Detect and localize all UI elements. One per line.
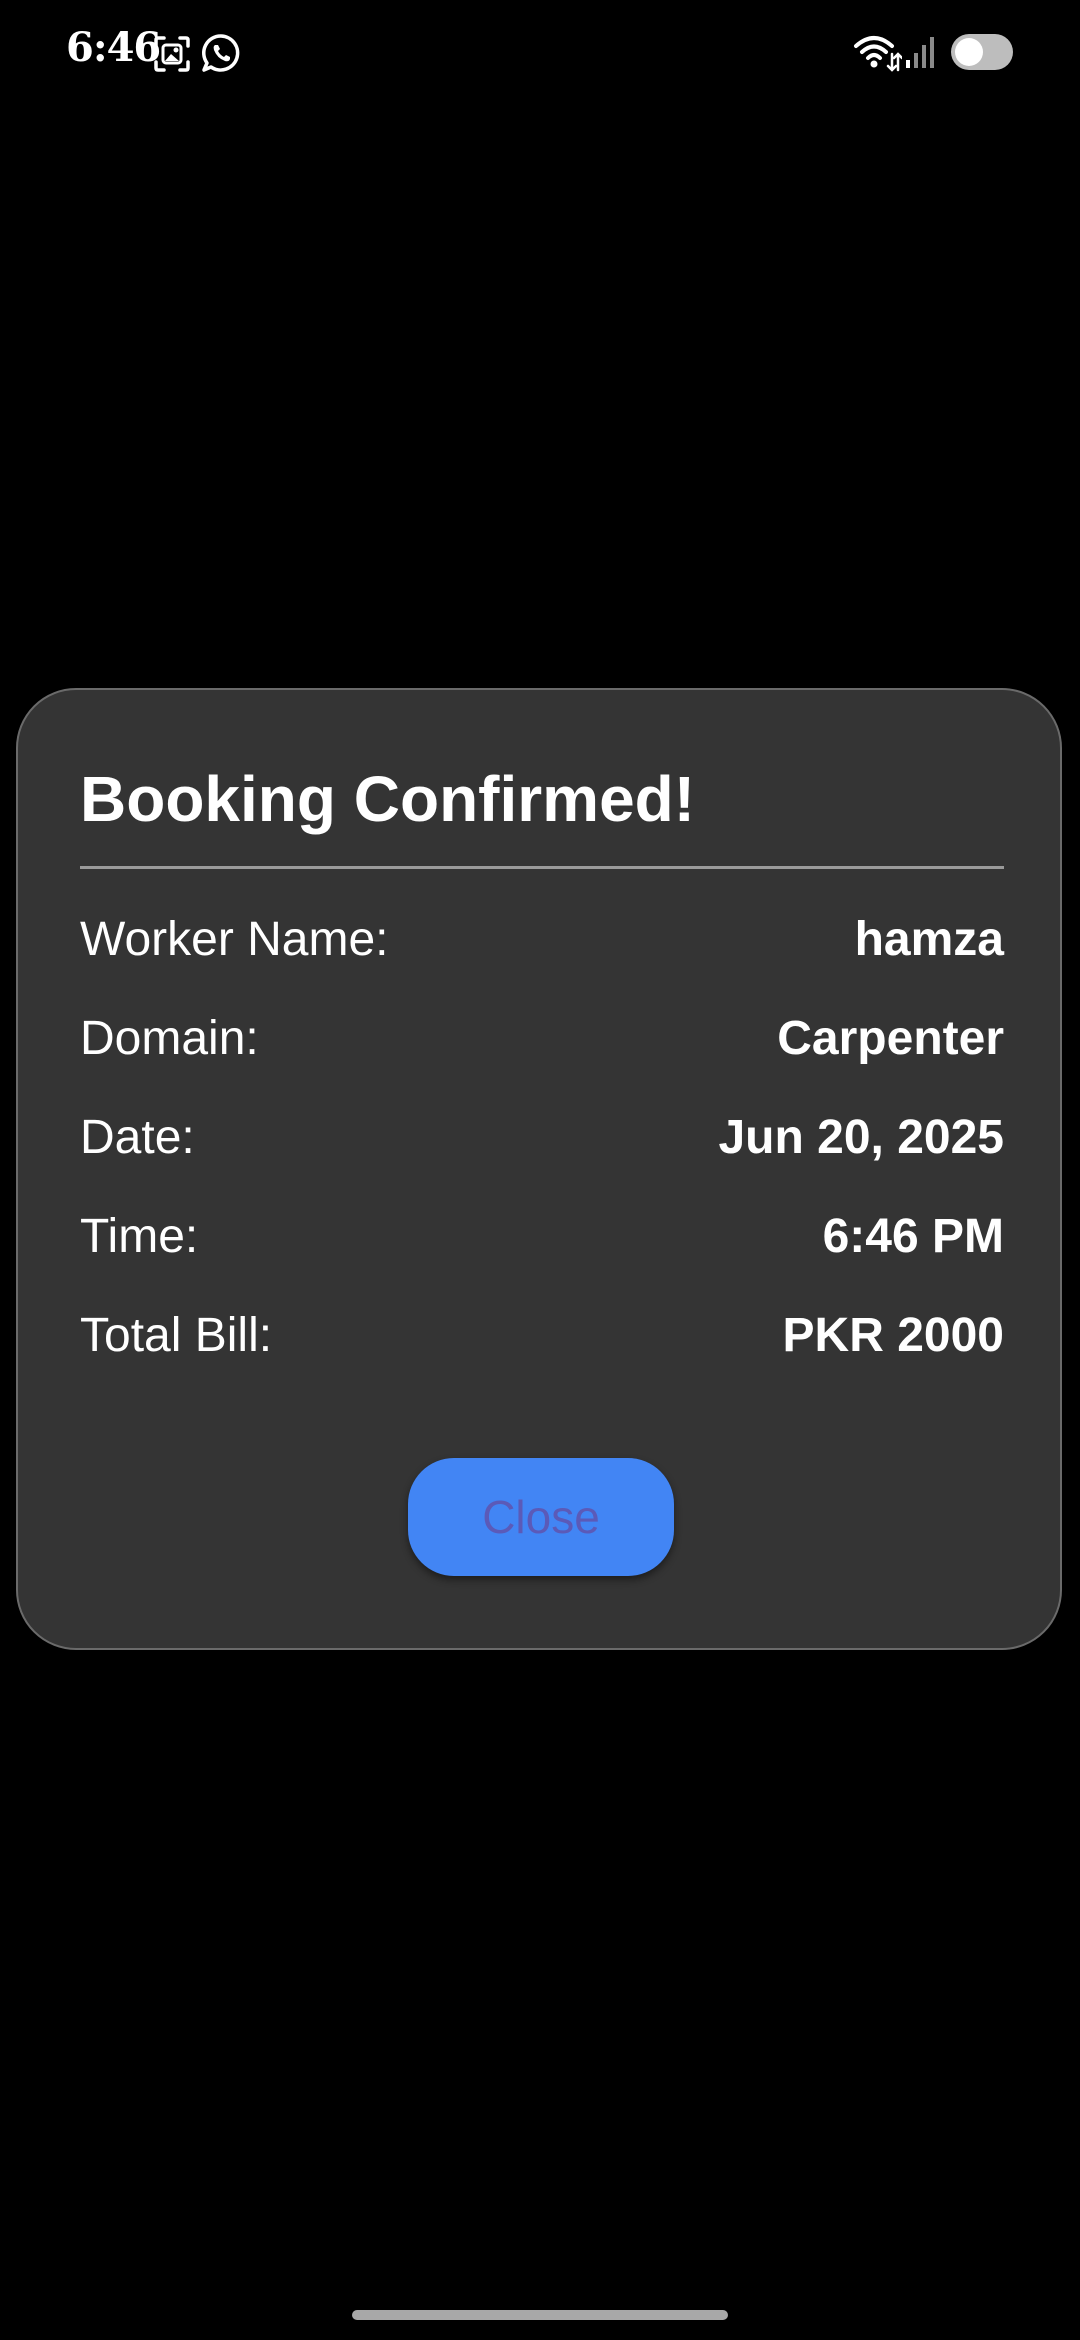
home-indicator[interactable] bbox=[352, 2310, 728, 2320]
date-label: Date: bbox=[80, 1111, 195, 1164]
whatsapp-icon bbox=[202, 34, 240, 72]
status-time: 6:46 bbox=[66, 24, 161, 71]
date-row: Date: Jun 20, 2025 bbox=[80, 1110, 1004, 1180]
dialog-title: Booking Confirmed! bbox=[80, 763, 696, 835]
date-value: Jun 20, 2025 bbox=[718, 1111, 1004, 1164]
booking-confirmation-dialog: Booking Confirmed! Worker Name: hamza Do… bbox=[16, 688, 1062, 1650]
total-bill-label: Total Bill: bbox=[80, 1309, 273, 1362]
time-value: 6:46 PM bbox=[822, 1210, 1004, 1263]
wifi-icon bbox=[854, 36, 902, 72]
time-label: Time: bbox=[80, 1210, 199, 1263]
signal-icon bbox=[906, 37, 934, 68]
screenshot-icon bbox=[154, 36, 190, 72]
worker-name-value: hamza bbox=[854, 913, 1004, 966]
domain-row: Domain: Carpenter bbox=[80, 1011, 1004, 1081]
worker-name-row: Worker Name: hamza bbox=[80, 912, 1004, 982]
screen: 6:46 Booking Confirmed! Worker Name: ham… bbox=[0, 0, 1080, 2340]
divider bbox=[80, 866, 1004, 869]
domain-label: Domain: bbox=[80, 1012, 259, 1065]
close-button[interactable]: Close bbox=[408, 1458, 674, 1576]
time-row: Time: 6:46 PM bbox=[80, 1209, 1004, 1279]
total-bill-row: Total Bill: PKR 2000 bbox=[80, 1308, 1004, 1378]
toggle-icon bbox=[951, 34, 1013, 70]
status-bar: 6:46 bbox=[0, 0, 1080, 110]
domain-value: Carpenter bbox=[777, 1012, 1004, 1065]
total-bill-value: PKR 2000 bbox=[782, 1309, 1004, 1362]
worker-name-label: Worker Name: bbox=[80, 913, 389, 966]
